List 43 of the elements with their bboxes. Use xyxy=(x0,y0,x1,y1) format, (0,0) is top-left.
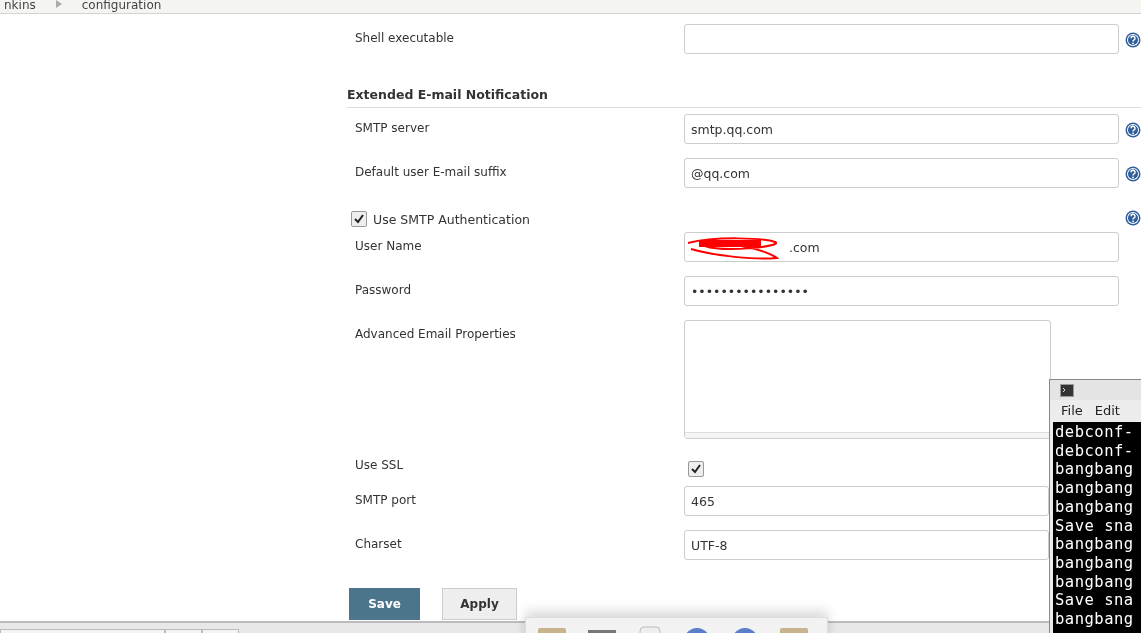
help-icon[interactable] xyxy=(1125,122,1141,138)
terminal-line: bangbang xyxy=(1055,535,1135,554)
terminal-line: bangbang xyxy=(1055,553,1135,573)
field-label: Password xyxy=(354,282,412,297)
terminal-line: debconf- xyxy=(1055,423,1135,442)
field-label: Charset xyxy=(354,536,402,551)
field-label: User Name xyxy=(354,238,422,253)
help-icon[interactable] xyxy=(1125,210,1141,226)
terminal-line: bangbang xyxy=(1055,479,1135,498)
terminal-line: bangbang xyxy=(1055,610,1135,629)
terminal-icon xyxy=(1060,383,1074,397)
input-field[interactable]: 465 xyxy=(684,486,1049,516)
terminal-line: Save sna xyxy=(1055,516,1135,536)
breadcrumb-link[interactable]: nkins xyxy=(4,0,36,11)
input-field[interactable]: •••••••••••••••• xyxy=(684,276,1119,306)
save-button[interactable]: Save xyxy=(349,588,420,620)
input-field[interactable]: @qq.com xyxy=(684,158,1119,188)
field-label: Shell executable xyxy=(354,30,454,45)
menu-item[interactable]: Edit xyxy=(1094,403,1120,422)
input-field[interactable]: smtp.qq.com xyxy=(684,114,1119,144)
menu-item[interactable]: File xyxy=(1061,403,1083,422)
terminal-line: Save sna xyxy=(1055,591,1135,611)
help-icon[interactable] xyxy=(1125,32,1141,48)
checkbox-label: Use SMTP Authentication xyxy=(373,211,530,227)
field-label: Default user E-mail suffix xyxy=(354,164,507,179)
terminal-line: bangbang xyxy=(1055,460,1135,480)
field-label: Use SSL xyxy=(354,457,404,472)
terminal-line: debconf- xyxy=(1055,441,1135,461)
input-field[interactable]: UTF-8 xyxy=(684,530,1049,560)
breadcrumb-link[interactable]: configuration xyxy=(81,0,162,11)
field-label: Advanced Email Properties xyxy=(354,326,516,341)
terminal-line: bangbang xyxy=(1055,572,1135,592)
apply-button[interactable]: Apply xyxy=(442,588,517,620)
chevron-icon xyxy=(55,0,62,8)
help-icon[interactable] xyxy=(1125,166,1141,182)
section-heading: Extended E-mail Notification xyxy=(347,79,1141,108)
input-field[interactable]: .com xyxy=(684,232,1119,262)
checkbox[interactable] xyxy=(688,461,704,477)
checkbox[interactable] xyxy=(351,211,367,227)
field-label: SMTP server xyxy=(354,120,430,135)
field-label: SMTP port xyxy=(354,492,416,507)
input-field[interactable] xyxy=(684,24,1119,54)
terminal-line: bangbang xyxy=(1055,497,1135,517)
